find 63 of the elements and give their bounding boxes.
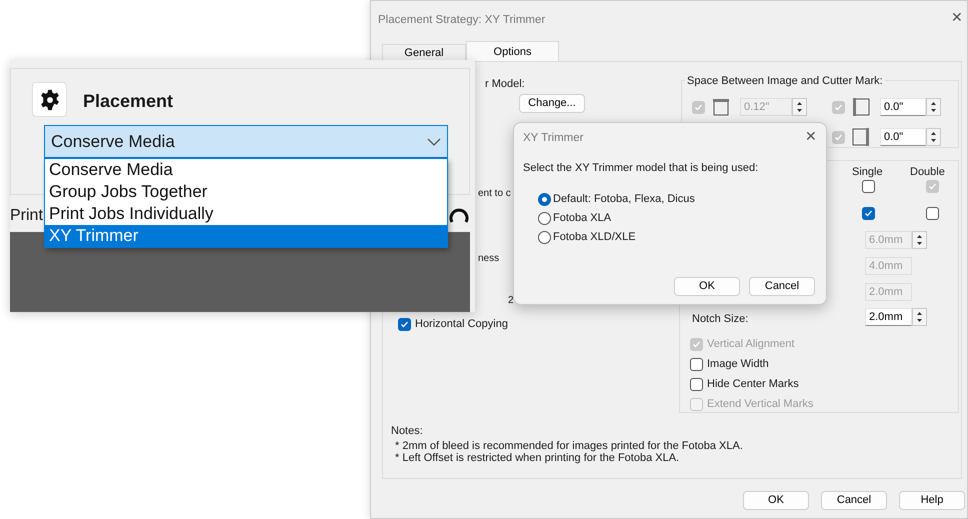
checkbox[interactable] bbox=[862, 207, 875, 220]
change-button[interactable]: Change... bbox=[519, 94, 585, 113]
checkbox[interactable] bbox=[690, 358, 703, 371]
text-fragment: ent to c bbox=[478, 187, 511, 201]
right-margin-icon bbox=[851, 127, 871, 147]
checkbox-label: Hide Center Marks bbox=[707, 377, 799, 392]
check-icon bbox=[694, 102, 703, 112]
text-fragment: ness bbox=[478, 252, 500, 266]
spinner[interactable] bbox=[926, 128, 941, 146]
field-label: r Model: bbox=[485, 77, 525, 92]
radio-option[interactable]: Fotoba XLA bbox=[538, 210, 612, 226]
note-text: * Left Offset is restricted when printing for the Fotoba XLA. bbox=[394, 452, 680, 464]
left-margin-icon bbox=[851, 97, 871, 117]
dialog-button[interactable]: OK bbox=[743, 491, 809, 510]
notes-title: Notes: bbox=[391, 424, 424, 439]
checkbox[interactable] bbox=[862, 180, 875, 193]
dialog-button[interactable]: Cancel bbox=[821, 491, 887, 510]
column-header: Double bbox=[910, 165, 945, 180]
dialog-title: XY Trimmer bbox=[523, 131, 584, 146]
radio-option[interactable]: Fotoba XLD/XLE bbox=[538, 229, 636, 246]
check-icon bbox=[864, 209, 873, 218]
top-margin-icon bbox=[711, 97, 731, 117]
group-title: Space Between Image and Cutter Mark: bbox=[685, 73, 885, 90]
checkbox-label: Extend Vertical Marks bbox=[707, 397, 814, 412]
strategy-dropdown[interactable]: Conserve Media bbox=[44, 125, 448, 158]
check-icon bbox=[834, 102, 843, 112]
dropdown-option[interactable]: Conserve Media bbox=[45, 159, 447, 181]
text-fragment: 2 bbox=[508, 294, 514, 308]
spinner[interactable] bbox=[926, 98, 941, 116]
number-field[interactable]: 2.0mm bbox=[865, 308, 912, 326]
checkbox-label: Horizontal Copying bbox=[415, 317, 508, 332]
radio-option[interactable]: Default: Fotoba, Flexa, Dicus bbox=[538, 191, 695, 208]
settings-button[interactable] bbox=[32, 82, 67, 117]
check-icon bbox=[692, 340, 701, 349]
chevron-down-icon bbox=[427, 138, 441, 146]
checkbox-label: Image Width bbox=[707, 357, 769, 372]
checkbox[interactable] bbox=[926, 207, 939, 220]
panel-title: Placement bbox=[83, 90, 174, 113]
check-icon bbox=[400, 320, 409, 329]
window-title: Placement Strategy: XY Trimmer bbox=[378, 13, 546, 28]
field-label: Notch Size: bbox=[692, 312, 748, 327]
close-button[interactable]: ✕ bbox=[805, 129, 817, 143]
close-button[interactable]: ✕ bbox=[951, 10, 963, 24]
checkbox-label: Vertical Alignment bbox=[707, 337, 794, 352]
spinner[interactable] bbox=[792, 98, 807, 116]
note-text: * 2mm of bleed is recommended for images printed for the Fotoba XLA. bbox=[394, 440, 743, 452]
checkbox[interactable] bbox=[690, 378, 703, 391]
dialog-button[interactable]: OK bbox=[674, 277, 740, 296]
column-header: Single bbox=[852, 165, 883, 180]
checkbox[interactable] bbox=[398, 318, 411, 331]
spinner[interactable] bbox=[912, 308, 927, 326]
field-label: Print bbox=[10, 206, 43, 226]
check-icon bbox=[928, 182, 937, 191]
dialog-button[interactable]: Cancel bbox=[749, 277, 815, 296]
tab[interactable]: General bbox=[382, 44, 466, 61]
dropdown-option[interactable]: Group Jobs Together bbox=[45, 181, 447, 203]
tab[interactable]: Options bbox=[466, 41, 559, 62]
check-icon bbox=[834, 132, 843, 142]
dialog-prompt: Select the XY Trimmer model that is being used: bbox=[523, 161, 758, 176]
dropdown-option[interactable]: XY Trimmer bbox=[45, 225, 447, 247]
dropdown-option[interactable]: Print Jobs Individually bbox=[45, 203, 447, 225]
gear-icon bbox=[38, 88, 60, 110]
dialog-button[interactable]: Help bbox=[899, 491, 965, 510]
